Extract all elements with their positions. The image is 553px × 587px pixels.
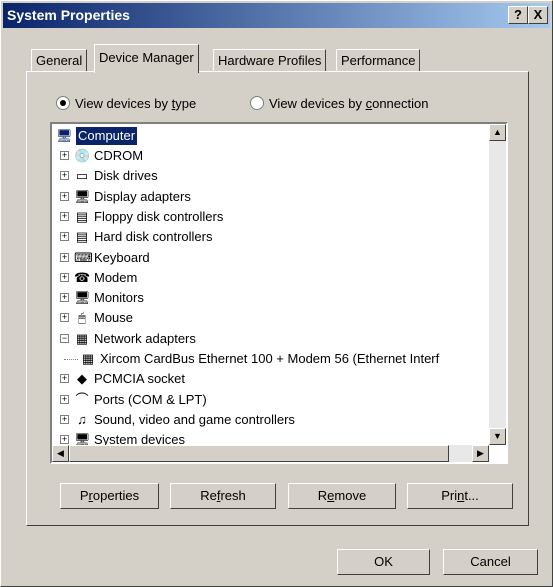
network-card-icon: ▦ [81, 351, 95, 366]
expand-icon[interactable]: + [60, 191, 69, 201]
display-icon: 🖥 [74, 188, 91, 204]
horizontal-scrollbar[interactable]: ◀ ▶ [52, 445, 489, 462]
mouse-icon: 🖱 [78, 310, 86, 326]
tree-item-label: Ports (COM & LPT) [94, 391, 207, 407]
tree-item-label: Keyboard [94, 249, 150, 265]
tree-root-label: Computer [76, 127, 138, 145]
expand-icon[interactable]: + [60, 232, 69, 242]
tree-item-label: Disk drives [94, 168, 158, 184]
title-bar[interactable]: System Properties ? X [3, 3, 550, 28]
radio-unselected-icon [250, 96, 264, 110]
tree-connector-line [64, 359, 78, 360]
radio-selected-icon [56, 96, 70, 110]
tree-item-label: CDROM [94, 148, 144, 163]
tab-hardware-profiles[interactable]: Hardware Profiles [213, 49, 327, 71]
help-button[interactable]: ? [508, 6, 528, 24]
device-tree[interactable]: 🖥 Computer + 💿 CDROM + ▭ Disk drives + 🖥 Display… [50, 122, 508, 464]
expand-icon[interactable]: + [60, 394, 69, 404]
port-icon: ⌒ [75, 391, 89, 407]
tree-item-label: Monitors [94, 290, 144, 306]
tree-item-label: PCMCIA socket [94, 371, 186, 387]
expand-icon[interactable]: + [60, 293, 69, 303]
scroll-left-button[interactable]: ◀ [52, 445, 69, 462]
computer-icon: 🖥 [56, 128, 73, 143]
vertical-scrollbar[interactable]: ▲ ▼ [489, 124, 506, 445]
collapse-icon[interactable]: − [60, 333, 69, 343]
print-button[interactable]: Print... [407, 483, 513, 509]
expand-icon[interactable]: + [60, 374, 69, 384]
system-properties-window: System Properties ? X General Device Man… [0, 0, 553, 587]
view-by-type-radio[interactable]: View devices by type [56, 96, 196, 111]
tab-device-manager[interactable]: Device Manager [94, 44, 199, 73]
expand-icon[interactable]: + [60, 435, 69, 445]
expand-icon[interactable]: + [60, 414, 69, 424]
expand-icon[interactable]: + [60, 211, 69, 221]
floppy-controller-icon: ▤ [75, 208, 89, 224]
modem-icon: ☎ [74, 269, 91, 285]
scroll-up-button[interactable]: ▲ [489, 124, 506, 141]
tab-general[interactable]: General [31, 49, 88, 71]
tree-item-label: Sound, video and game controllers [94, 411, 295, 427]
window-title: System Properties [7, 7, 130, 23]
pcmcia-icon: ◆ [77, 371, 87, 387]
remove-button[interactable]: Remove [288, 483, 396, 509]
monitor-icon: 🖥 [74, 290, 91, 306]
tree-item-label: Display adapters [94, 188, 191, 204]
horizontal-scroll-thumb[interactable] [69, 445, 449, 462]
expand-icon[interactable]: + [60, 313, 69, 323]
expand-icon[interactable]: + [60, 252, 69, 262]
keyboard-icon: ⌨ [74, 249, 93, 265]
tree-item-label: Modem [94, 269, 138, 285]
cdrom-icon: 💿 [74, 148, 91, 163]
scroll-down-button[interactable]: ▼ [489, 428, 506, 445]
tree-item-label: Network adapters [94, 330, 196, 346]
scroll-right-button[interactable]: ▶ [472, 445, 489, 462]
view-by-connection-radio[interactable]: View devices by connection [250, 96, 428, 111]
tree-item-label: Mouse [94, 310, 134, 326]
tree-item-label: Hard disk controllers [94, 229, 213, 245]
expand-icon[interactable]: + [60, 151, 69, 160]
close-button[interactable]: X [528, 6, 548, 24]
sound-icon: ♫ [77, 411, 87, 427]
expand-icon[interactable]: + [60, 272, 69, 282]
disk-drive-icon: ▭ [75, 168, 89, 184]
refresh-button[interactable]: Refresh [170, 483, 276, 509]
properties-button[interactable]: Properties [60, 483, 159, 509]
tree-item-label: Floppy disk controllers [94, 208, 224, 224]
tab-performance[interactable]: Performance [336, 49, 421, 71]
network-adapter-icon: ▦ [75, 330, 89, 346]
cancel-button[interactable]: Cancel [443, 549, 538, 575]
ok-button[interactable]: OK [337, 549, 430, 575]
tree-item-label: Xircom CardBus Ethernet 100 + Modem 56 (… [100, 351, 440, 366]
expand-icon[interactable]: + [60, 171, 69, 181]
hard-disk-controller-icon: ▤ [75, 229, 89, 245]
